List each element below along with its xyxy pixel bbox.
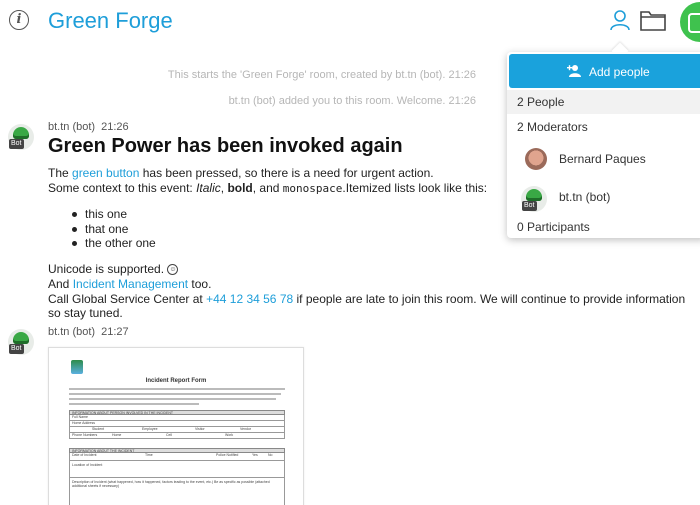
- people-count: 2 People: [517, 95, 565, 109]
- text: The: [48, 166, 73, 180]
- green-button-link[interactable]: green button: [72, 166, 139, 180]
- list-item: that one: [72, 222, 156, 237]
- message-meta: bt.tn (bot) 21:26: [48, 121, 129, 133]
- attachment-preview[interactable]: Incident Report Form INFORMATION ABOUT P…: [48, 347, 304, 505]
- text: too.: [188, 277, 212, 291]
- bot-badge: Bot: [522, 201, 537, 211]
- person-icon[interactable]: [609, 9, 631, 31]
- bot-avatar[interactable]: Bot: [8, 124, 34, 150]
- bot-badge: Bot: [9, 139, 24, 149]
- form-label: Location of Incident: [72, 463, 103, 467]
- bot-badge: Bot: [9, 344, 24, 354]
- message-meta: bt.tn (bot) 21:27: [48, 326, 129, 338]
- form-label: Phone Numbers: [72, 433, 98, 437]
- member-avatar[interactable]: [525, 148, 547, 170]
- org-logo-icon: [71, 360, 83, 374]
- form-row: Phone Numbers Home Cell Work: [69, 433, 285, 439]
- member-name[interactable]: Bernard Paques: [559, 152, 646, 166]
- form-label: Work: [225, 433, 234, 437]
- message-line: Some context to this event: Italic, bold…: [48, 181, 487, 195]
- people-panel: Add people 2 People 2 Moderators Bernard…: [507, 52, 700, 238]
- form-label: Full Name: [72, 415, 88, 419]
- people-count-row[interactable]: 2 People: [507, 90, 700, 114]
- add-people-button[interactable]: Add people: [509, 54, 700, 88]
- info-icon[interactable]: i: [9, 10, 29, 30]
- form-label: Time: [145, 453, 153, 457]
- user-avatar[interactable]: [680, 2, 700, 42]
- moderators-count[interactable]: 2 Moderators: [517, 120, 588, 134]
- form-label: Home: [112, 433, 122, 437]
- form-label: Police Notified: [216, 453, 239, 457]
- participants-count[interactable]: 0 Participants: [517, 220, 590, 234]
- bot-avatar[interactable]: Bot: [8, 329, 34, 355]
- form-label: Description of Incident (what happened, …: [72, 480, 270, 488]
- message-line: And Incident Management too.: [48, 277, 211, 291]
- form-label: Vendor: [240, 427, 252, 431]
- document-title: Incident Report Form: [145, 378, 207, 384]
- form-label: Cell: [166, 433, 173, 437]
- italic-text: Italic: [196, 181, 221, 195]
- text: Call Global Service Center at: [48, 292, 207, 306]
- room-title: Green Forge: [48, 8, 173, 33]
- message-line: so stay tuned.: [48, 306, 123, 320]
- form-label: Yes: [252, 453, 258, 457]
- text: Some context to this event:: [48, 181, 197, 195]
- form-label: Student: [92, 427, 105, 431]
- folder-icon[interactable]: [640, 9, 666, 31]
- message-author: bt.tn (bot): [48, 121, 96, 133]
- text: Unicode is supported.: [48, 262, 165, 276]
- message-line: The green button has been pressed, so th…: [48, 166, 434, 180]
- list-item: the other one: [72, 236, 156, 251]
- green-button-icon: [13, 332, 29, 344]
- message-line: Call Global Service Center at +44 12 34 …: [48, 292, 685, 306]
- bold-text: bold: [227, 181, 253, 195]
- system-message-created: This starts the 'Green Forge' room, crea…: [167, 69, 476, 81]
- text: And: [48, 277, 73, 291]
- form-row: Description of Incident (what happened, …: [69, 478, 285, 505]
- incident-management-link[interactable]: Incident Management: [73, 277, 188, 291]
- text: has been pressed, so there is a need for…: [139, 166, 434, 180]
- bot-avatar[interactable]: Bot: [521, 186, 547, 212]
- monospace-text: monospace: [282, 182, 343, 195]
- document-paragraph: [69, 388, 285, 408]
- green-button-icon: [13, 127, 29, 139]
- message-time: 21:26: [101, 121, 129, 133]
- phone-link[interactable]: +44 12 34 56 78: [206, 292, 293, 306]
- message-heading: Green Power has been invoked again: [48, 135, 403, 157]
- form-row: Date of Incident Time Police Notified Ye…: [69, 453, 285, 461]
- system-message-added: bt.tn (bot) added you to this room. Welc…: [228, 95, 476, 107]
- add-people-label: Add people: [589, 65, 650, 79]
- form-label: Home Address: [72, 421, 95, 425]
- form-label: No: [268, 453, 273, 457]
- text: .Itemized lists look like this:: [342, 181, 488, 195]
- text: if people are late to join this room. We…: [293, 292, 686, 306]
- form-label: Employee: [142, 427, 158, 431]
- smiley-icon: ☺: [167, 264, 179, 276]
- member-name[interactable]: bt.tn (bot): [559, 190, 610, 204]
- bullet-list: this one that one the other one: [72, 207, 156, 251]
- add-person-icon: [567, 65, 581, 77]
- room-header: i Green Forge: [0, 0, 700, 44]
- message-time: 21:27: [101, 326, 129, 338]
- green-button-icon: [526, 189, 542, 201]
- list-item: this one: [72, 207, 156, 222]
- text: , and: [252, 181, 283, 195]
- form-label: Date of Incident: [72, 453, 97, 457]
- message-line: Unicode is supported. ☺: [48, 262, 179, 276]
- form-row: Location of Incident: [69, 461, 285, 478]
- message-author: bt.tn (bot): [48, 326, 96, 338]
- form-label: Visitor: [195, 427, 205, 431]
